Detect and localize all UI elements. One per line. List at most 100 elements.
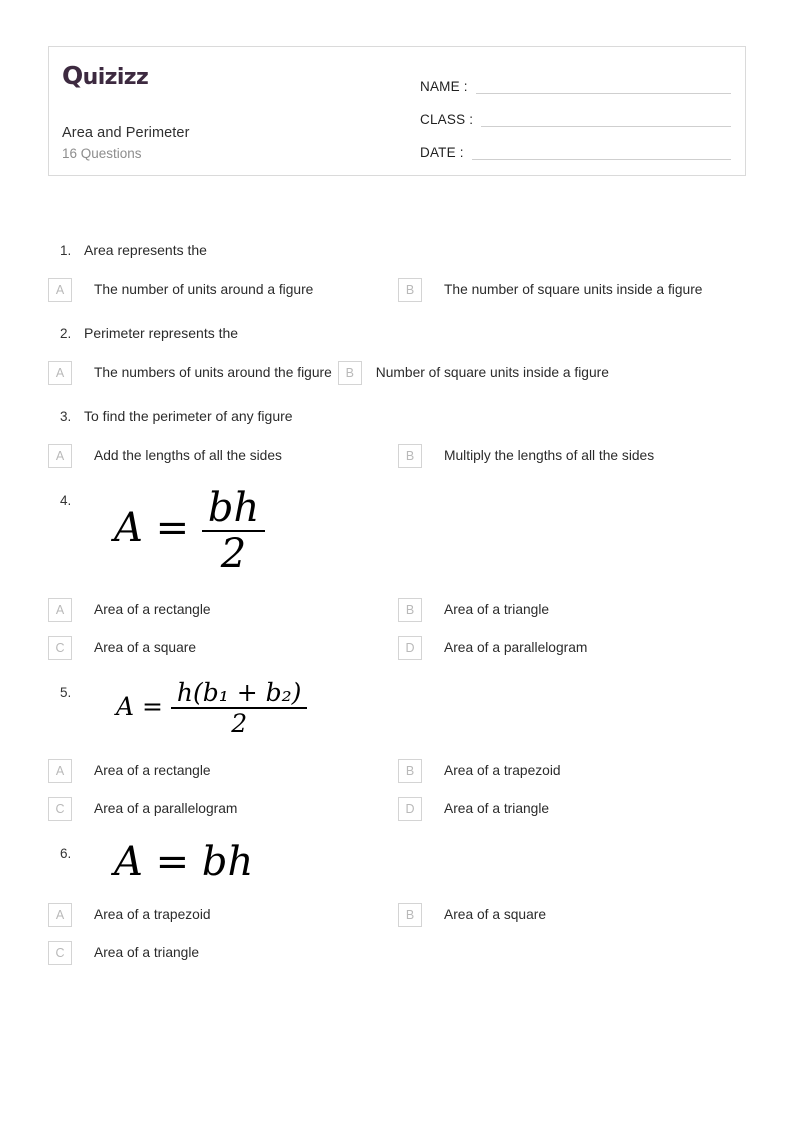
option-a[interactable]: A Area of a trapezoid: [48, 896, 398, 934]
name-field-label: NAME :: [420, 79, 468, 94]
option-list: A The number of units around a figure B …: [48, 269, 748, 315]
option-text: Area of a parallelogram: [444, 639, 588, 655]
option-a[interactable]: A Add the lengths of all the sides: [48, 437, 398, 475]
formula-equals: =: [155, 504, 190, 551]
name-field-input[interactable]: [475, 93, 731, 94]
option-a[interactable]: A The number of units around a figure: [48, 271, 398, 309]
worksheet-header-card: Quizizz Area and Perimeter 16 Questions …: [48, 46, 746, 176]
name-field-row: NAME :: [420, 65, 731, 98]
option-letter-badge: B: [398, 597, 422, 622]
question-block: 6. A = bh A Area of a trapezoid B Area o…: [48, 834, 748, 978]
option-c[interactable]: C Area of a parallelogram: [48, 790, 398, 828]
formula-lhs: A: [116, 691, 135, 721]
option-letter-badge: B: [398, 443, 422, 468]
question-block: 1. Area represents the A The number of u…: [48, 232, 748, 315]
question-number: 6.: [60, 845, 72, 861]
option-letter-badge: D: [398, 796, 422, 821]
question-heading: 6. A = bh: [48, 834, 748, 886]
question-heading: 1. Area represents the: [48, 232, 748, 269]
option-text: Area of a rectangle: [94, 601, 211, 617]
quizizz-logo-rest: uizizz: [82, 65, 149, 90]
date-field-label: DATE :: [420, 145, 464, 160]
question-number: 2.: [60, 325, 72, 341]
question-number: 3.: [60, 408, 72, 424]
option-text: Area of a triangle: [444, 800, 550, 816]
option-letter-badge: C: [48, 796, 72, 821]
option-text: Area of a triangle: [94, 944, 200, 960]
option-a[interactable]: A Area of a rectangle: [48, 752, 398, 790]
option-letter-badge: D: [398, 635, 422, 660]
option-a[interactable]: A Area of a rectangle: [48, 591, 398, 629]
formula-equals: =: [155, 838, 190, 885]
question-list: 1. Area represents the A The number of u…: [48, 232, 748, 978]
option-c[interactable]: C Area of a triangle: [48, 934, 398, 972]
option-d[interactable]: D Area of a triangle: [398, 790, 748, 828]
option-b[interactable]: B Number of square units inside a figure: [337, 354, 609, 392]
question-block: 2. Perimeter represents the A The number…: [48, 315, 748, 398]
formula-numerator: bh: [201, 487, 266, 532]
question-number: 5.: [60, 684, 72, 700]
date-field-row: DATE :: [420, 131, 731, 164]
option-letter-badge: B: [337, 360, 362, 385]
option-letter-badge: B: [398, 277, 422, 302]
quiz-question-count: 16 Questions: [62, 146, 142, 161]
option-text: Number of square units inside a figure: [375, 364, 609, 380]
question-heading: 2. Perimeter represents the: [48, 315, 748, 352]
formula-fraction: h(b₁ + b₂) 2: [170, 679, 308, 738]
formula-equals: =: [142, 691, 163, 721]
option-list: A Area of a trapezoid B Area of a square…: [48, 886, 748, 978]
question-heading: 5. A = h(b₁ + b₂) 2: [48, 673, 748, 740]
class-field-label: CLASS :: [420, 112, 474, 127]
formula-lhs: A: [114, 838, 143, 885]
question-text: Area represents the: [84, 242, 207, 258]
option-letter-badge: A: [48, 758, 72, 783]
date-field-input[interactable]: [471, 159, 731, 160]
option-list: A Area of a rectangle B Area of a trapez…: [48, 740, 748, 834]
option-text: Multiply the lengths of all the sides: [444, 447, 655, 463]
question-block: 4. A = bh 2 A Area of a rectangle B Area…: [48, 481, 748, 673]
class-field-input[interactable]: [481, 126, 731, 127]
option-a[interactable]: A The numbers of units around the figure: [48, 354, 338, 392]
option-b[interactable]: B Area of a trapezoid: [398, 752, 748, 790]
option-text: Area of a rectangle: [94, 762, 211, 778]
question-text: To find the perimeter of any figure: [84, 407, 293, 424]
option-letter-badge: C: [48, 635, 72, 660]
option-list: A The numbers of units around the figure…: [48, 352, 748, 398]
option-letter-badge: C: [48, 940, 72, 965]
quiz-title: Area and Perimeter: [62, 125, 190, 141]
option-b[interactable]: B Multiply the lengths of all the sides: [398, 437, 748, 475]
option-letter-badge: A: [48, 360, 72, 385]
option-text: Area of a triangle: [444, 601, 550, 617]
question-formula: A = h(b₁ + b₂) 2: [84, 679, 308, 738]
option-letter-badge: B: [398, 758, 422, 783]
option-text: The number of units around a figure: [94, 281, 314, 297]
formula-rhs: bh: [201, 838, 254, 885]
option-b[interactable]: B Area of a square: [398, 896, 748, 934]
option-b[interactable]: B The number of square units inside a fi…: [398, 271, 748, 309]
question-heading: 3. To find the perimeter of any figure: [48, 398, 748, 435]
question-number: 1.: [60, 243, 72, 258]
header-left-panel: Quizizz Area and Perimeter 16 Questions: [49, 47, 414, 175]
option-letter-badge: A: [48, 443, 72, 468]
option-b[interactable]: B Area of a triangle: [398, 591, 748, 629]
student-info-fields: NAME : CLASS : DATE :: [414, 47, 745, 175]
option-text: Area of a trapezoid: [444, 762, 561, 778]
question-number: 4.: [60, 492, 72, 508]
quizizz-logo: Quizizz: [62, 61, 149, 90]
option-list: A Add the lengths of all the sides B Mul…: [48, 435, 748, 481]
option-c[interactable]: C Area of a square: [48, 629, 398, 667]
formula-fraction: bh 2: [201, 487, 266, 575]
option-list: A Area of a rectangle B Area of a triang…: [48, 577, 748, 673]
question-formula: A = bh: [84, 840, 253, 884]
quizizz-logo-initial: Q: [62, 61, 83, 90]
option-d[interactable]: D Area of a parallelogram: [398, 629, 748, 667]
option-letter-badge: A: [48, 902, 72, 927]
formula-lhs: A: [114, 504, 143, 551]
option-text: The number of square units inside a figu…: [444, 281, 703, 297]
option-letter-badge: A: [48, 277, 72, 302]
option-letter-badge: B: [398, 902, 422, 927]
question-formula: A = bh 2: [84, 487, 266, 575]
class-field-row: CLASS :: [420, 98, 731, 131]
option-text: Add the lengths of all the sides: [94, 447, 282, 463]
question-block: 5. A = h(b₁ + b₂) 2 A Area of a rectangl…: [48, 673, 748, 834]
